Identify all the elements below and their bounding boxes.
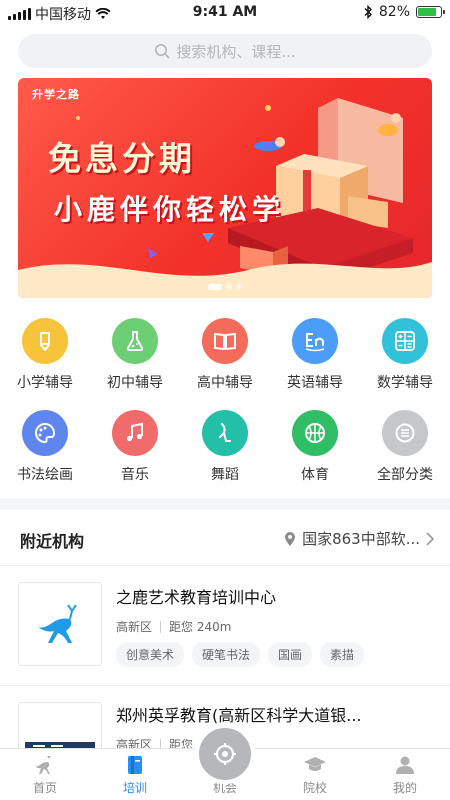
- page-dot[interactable]: [236, 284, 242, 290]
- book-icon: [214, 333, 236, 350]
- flask-icon: [126, 331, 144, 351]
- category-label: 小学辅导: [17, 375, 73, 391]
- search-icon: [155, 44, 170, 59]
- distance-label: 距您 240m: [169, 620, 232, 634]
- category-icon-wrap: [202, 410, 248, 456]
- category-music[interactable]: 音乐: [90, 410, 180, 502]
- search-placeholder: 搜索机构、课程...: [176, 42, 296, 61]
- category-label: 英语辅导: [287, 375, 343, 391]
- category-icon-wrap: [382, 318, 428, 364]
- category-grid: 小学辅导 初中辅导 高中辅导 英语辅导 数学辅导 书法绘画 音乐 舞蹈 体育 全…: [0, 318, 450, 502]
- section-divider: [0, 498, 450, 510]
- nearby-title: 附近机构: [20, 532, 85, 551]
- category-icon-wrap: [382, 410, 428, 456]
- category-math[interactable]: 数学辅导: [360, 318, 450, 410]
- category-label: 初中辅导: [107, 375, 163, 391]
- app-screen: 中国移动 9:41 AM 82% 搜索机构、课程... 升学之路 免息分期 小鹿…: [0, 0, 450, 800]
- course-tag[interactable]: 国画: [268, 642, 313, 667]
- category-icon-wrap: [112, 410, 158, 456]
- category-icon-wrap: [292, 410, 338, 456]
- graduation-cap-icon: [304, 757, 326, 771]
- bluetooth-icon: [364, 5, 372, 19]
- category-senior[interactable]: 高中辅导: [180, 318, 270, 410]
- palette-icon: [35, 422, 56, 444]
- category-row: 小学辅导 初中辅导 高中辅导 英语辅导 数学辅导: [0, 318, 450, 410]
- category-label: 舞蹈: [211, 467, 239, 483]
- institution-meta: 高新区 距您 240m: [116, 618, 231, 635]
- chevron-right-icon: [426, 531, 434, 546]
- category-junior[interactable]: 初中辅导: [90, 318, 180, 410]
- book-tab-icon: [128, 756, 142, 774]
- tab-label: 首页: [32, 781, 57, 795]
- deer-logo-icon: [38, 604, 77, 643]
- category-icon-wrap: [202, 318, 248, 364]
- category-label: 数学辅导: [377, 375, 433, 391]
- institution-name: 之鹿艺术教育培训中心: [116, 588, 277, 607]
- search-bar[interactable]: 搜索机构、课程...: [18, 34, 432, 68]
- tab-label: 院校: [302, 781, 327, 795]
- music-icon: [126, 422, 143, 442]
- category-dance[interactable]: 舞蹈: [180, 410, 270, 502]
- tab-label: 我的: [392, 781, 417, 795]
- category-icon-wrap: [112, 318, 158, 364]
- institution-name: 郑州英孚教育(高新区科学大道银...: [116, 706, 362, 725]
- banner-pagination: [18, 284, 432, 290]
- basketball-icon: [305, 423, 325, 443]
- menu-icon: [395, 423, 415, 443]
- district-label: 高新区: [116, 620, 153, 634]
- status-bar: 中国移动 9:41 AM 82%: [0, 0, 450, 26]
- status-right: 82%: [363, 4, 445, 20]
- location-pin-icon: [285, 531, 296, 546]
- institution-card[interactable]: 之鹿艺术教育培训中心 高新区 距您 240m 创意美术 硬笔书法 国画 素描: [0, 566, 450, 686]
- battery-fill: [418, 8, 437, 16]
- banner-headline: 免息分期: [48, 139, 196, 178]
- tab-training[interactable]: 培训: [90, 749, 180, 800]
- category-row: 书法绘画 音乐 舞蹈 体育 全部分类: [0, 410, 450, 502]
- institution-logo: [18, 582, 102, 666]
- category-all[interactable]: 全部分类: [360, 410, 450, 502]
- category-primary[interactable]: 小学辅导: [0, 318, 90, 410]
- tab-home[interactable]: 首页: [0, 749, 90, 800]
- category-english[interactable]: 英语辅导: [270, 318, 360, 410]
- category-label: 书法绘画: [17, 467, 73, 483]
- tab-label: 培训: [122, 781, 147, 795]
- page-dot[interactable]: [226, 284, 232, 290]
- tab-opportunity[interactable]: [195, 724, 255, 784]
- battery-icon: [416, 6, 445, 18]
- course-tag[interactable]: 创意美术: [116, 642, 185, 667]
- dance-icon: [219, 423, 231, 442]
- location-text: 国家863中部软...: [302, 530, 420, 548]
- pencil-icon: [40, 332, 50, 351]
- banner-logo: 升学之路: [32, 88, 80, 101]
- location-selector[interactable]: 国家863中部软...: [284, 528, 434, 549]
- course-tag[interactable]: 素描: [320, 642, 365, 667]
- category-label: 体育: [301, 467, 329, 483]
- user-icon: [396, 756, 414, 774]
- category-icon-wrap: [22, 410, 68, 456]
- meta-separator: [160, 620, 162, 633]
- promo-banner[interactable]: 升学之路 免息分期 小鹿伴你轻松学: [18, 78, 432, 298]
- banner-subline: 小鹿伴你轻松学: [54, 193, 286, 226]
- category-label: 音乐: [121, 467, 149, 483]
- category-label: 全部分类: [377, 467, 433, 483]
- tab-profile[interactable]: 我的: [360, 749, 450, 800]
- calculator-icon: [395, 331, 415, 351]
- target-icon: [214, 743, 236, 765]
- category-icon-wrap: [292, 318, 338, 364]
- battery-percent: 82%: [378, 4, 410, 20]
- page-dot-active[interactable]: [208, 284, 222, 290]
- deer-icon: [35, 756, 51, 774]
- category-label: 高中辅导: [197, 375, 253, 391]
- course-tag[interactable]: 硬笔书法: [192, 642, 261, 667]
- category-icon-wrap: [22, 318, 68, 364]
- tab-schools[interactable]: 院校: [270, 749, 360, 800]
- institution-tags: 创意美术 硬笔书法 国画 素描: [116, 642, 365, 667]
- category-sports[interactable]: 体育: [270, 410, 360, 502]
- english-icon: [305, 333, 325, 352]
- category-art[interactable]: 书法绘画: [0, 410, 90, 502]
- nearby-header: 附近机构 国家863中部软...: [0, 510, 450, 566]
